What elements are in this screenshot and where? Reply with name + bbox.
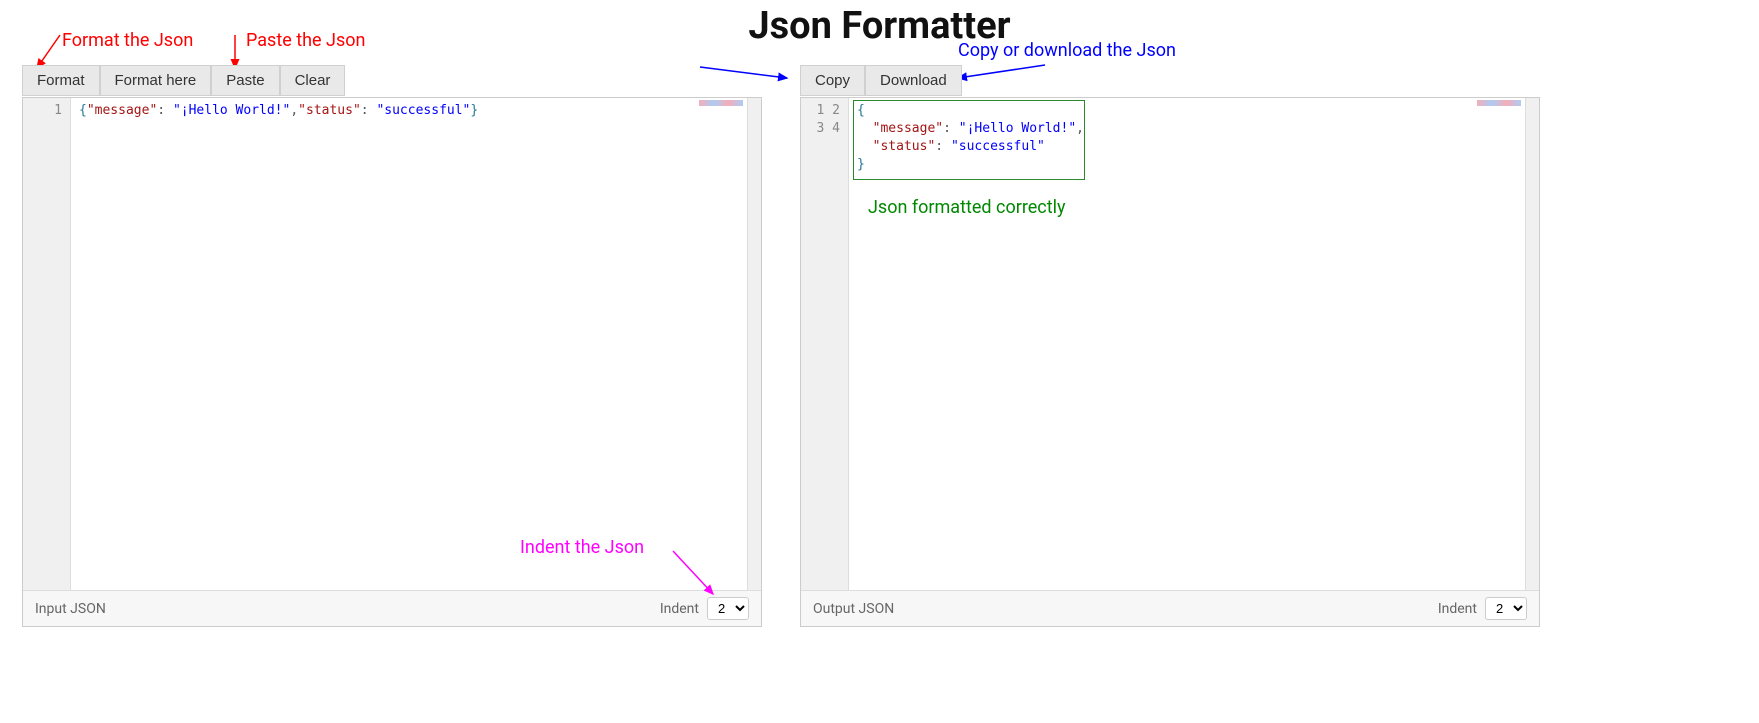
input-editor-pane: 1 {"message": "¡Hello World!","status": … [22, 97, 762, 627]
arrow-blue-left [695, 62, 795, 87]
paste-button[interactable]: Paste [211, 65, 279, 96]
format-here-button[interactable]: Format here [100, 65, 212, 96]
output-footer: Output JSON Indent 2 [801, 590, 1539, 626]
input-footer-label: Input JSON [35, 601, 106, 617]
minimap-badge [1477, 100, 1521, 106]
annotation-indent: Indent the Json [520, 537, 644, 558]
minimap-badge [699, 100, 743, 106]
download-button[interactable]: Download [865, 65, 962, 96]
input-indent-label: Indent [660, 601, 699, 617]
clear-button[interactable]: Clear [280, 65, 346, 96]
output-toolbar: Copy Download [800, 65, 962, 96]
copy-button[interactable]: Copy [800, 65, 865, 96]
output-indent-label: Indent [1438, 601, 1477, 617]
annotation-formatted-ok: Json formatted correctly [868, 197, 1066, 218]
input-editor-body[interactable]: 1 {"message": "¡Hello World!","status": … [23, 98, 761, 590]
output-code-area[interactable]: { "message": "¡Hello World!", "status": … [849, 98, 1525, 590]
scrollbar[interactable] [747, 98, 761, 590]
output-gutter: 1 2 3 4 [801, 98, 849, 590]
annotation-format-json: Format the Json [62, 30, 193, 51]
input-toolbar: Format Format here Paste Clear [22, 65, 345, 96]
annotation-paste-json: Paste the Json [246, 30, 365, 51]
input-footer: Input JSON Indent 2 [23, 590, 761, 626]
output-footer-label: Output JSON [813, 601, 894, 617]
output-editor-pane: 1 2 3 4 { "message": "¡Hello World!", "s… [800, 97, 1540, 627]
output-editor-body[interactable]: 1 2 3 4 { "message": "¡Hello World!", "s… [801, 98, 1539, 590]
scrollbar[interactable] [1525, 98, 1539, 590]
format-button[interactable]: Format [22, 65, 100, 96]
input-gutter: 1 [23, 98, 71, 590]
input-code-area[interactable]: {"message": "¡Hello World!","status": "s… [71, 98, 747, 590]
output-indent-select[interactable]: 2 [1485, 597, 1527, 620]
annotation-copy-download: Copy or download the Json [958, 40, 1176, 61]
input-indent-select[interactable]: 2 [707, 597, 749, 620]
arrow-blue-right [950, 60, 1050, 85]
